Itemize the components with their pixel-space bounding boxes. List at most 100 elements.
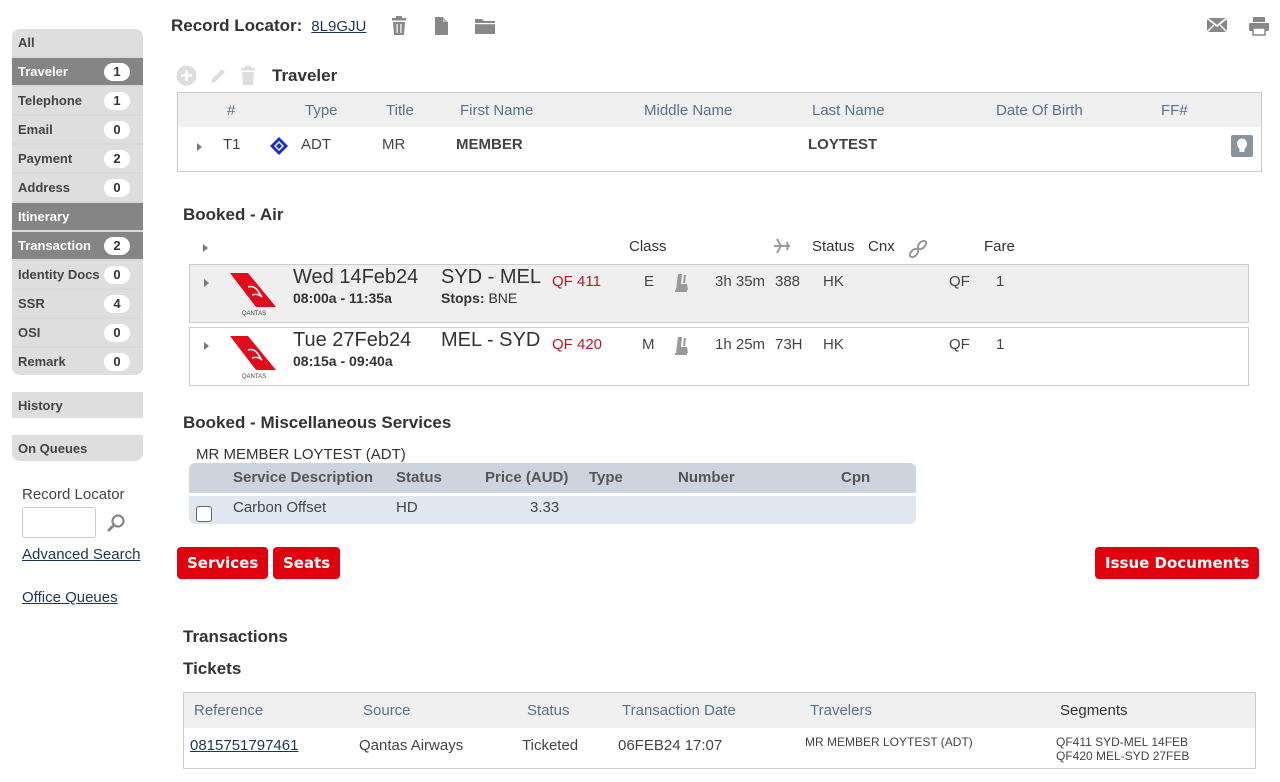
service-description: Carbon Offset bbox=[233, 499, 327, 516]
segment-class: E bbox=[644, 273, 655, 290]
count-badge: 4 bbox=[104, 294, 130, 313]
traveler-table-header: # Type Title First Name Middle Name Last… bbox=[178, 93, 1261, 127]
segment-duration: 1h 25m bbox=[715, 336, 766, 353]
ticket-segment: QF411 SYD-MEL 14FEB bbox=[1056, 735, 1189, 749]
sidebar-item-all[interactable]: All bbox=[12, 29, 143, 56]
segment-route: SYD - MEL bbox=[441, 266, 542, 288]
header-actions bbox=[1206, 16, 1270, 36]
print-icon[interactable] bbox=[1248, 16, 1270, 36]
misc-passenger: MR MEMBER LOYTEST (ADT) bbox=[196, 446, 406, 463]
sidebar-item-on-queues[interactable]: On Queues bbox=[12, 435, 143, 461]
sidebar-item-itinerary[interactable]: Itinerary bbox=[12, 203, 143, 230]
record-locator-input[interactable] bbox=[22, 507, 96, 538]
segment-equipment: 73H bbox=[775, 336, 803, 353]
expand-all-arrow-icon[interactable] bbox=[203, 244, 208, 252]
segment-equipment: 388 bbox=[775, 273, 801, 290]
sidebar-item-remark[interactable]: Remark 0 bbox=[12, 348, 143, 375]
document-icon[interactable] bbox=[432, 16, 450, 36]
delete-icon[interactable] bbox=[239, 65, 257, 86]
count-badge: 0 bbox=[104, 352, 130, 371]
sidebar-item-label: Telephone bbox=[18, 93, 83, 108]
edit-icon[interactable] bbox=[208, 66, 228, 86]
sidebar-item-history[interactable]: History bbox=[12, 392, 143, 418]
sidebar-item-label: SSR bbox=[18, 296, 45, 311]
segment-status: HK bbox=[823, 273, 844, 290]
sidebar-item-label: Traveler bbox=[18, 64, 68, 79]
traveler-last-name: LOYTEST bbox=[808, 136, 878, 153]
sidebar-item-transaction[interactable]: Transaction 2 bbox=[12, 232, 143, 259]
flight-number[interactable]: QF 411 bbox=[552, 273, 601, 290]
expand-arrow-icon[interactable] bbox=[197, 143, 202, 151]
flight-number[interactable]: QF 420 bbox=[552, 336, 602, 353]
sidebar-item-osi[interactable]: OSI 0 bbox=[12, 319, 143, 346]
sidebar-item-label: Identity Docs bbox=[18, 267, 100, 282]
air-table-header: Class Status Cnx Fare bbox=[190, 236, 1250, 259]
service-checkbox[interactable] bbox=[196, 506, 212, 522]
misc-services-title: Booked - Miscellaneous Services bbox=[183, 413, 452, 432]
record-locator-title: Record Locator: bbox=[171, 16, 303, 35]
column-header: Date Of Birth bbox=[996, 102, 1083, 119]
seat-icon[interactable] bbox=[670, 272, 692, 294]
ticket-date: 06FEB24 17:07 bbox=[618, 737, 723, 754]
sidebar-item-traveler[interactable]: Traveler 1 bbox=[12, 58, 143, 85]
column-header: Transaction Date bbox=[622, 702, 736, 719]
add-icon[interactable] bbox=[176, 65, 197, 86]
column-header: # bbox=[227, 102, 236, 119]
column-header: Cpn bbox=[841, 469, 871, 486]
folder-icon[interactable] bbox=[474, 16, 496, 36]
tickets-table: Reference Source Status Transaction Date… bbox=[183, 692, 1256, 769]
advanced-search-link[interactable]: Advanced Search bbox=[22, 546, 140, 563]
profile-icon[interactable] bbox=[1231, 135, 1253, 157]
segment-status: HK bbox=[823, 336, 844, 353]
column-header: Travelers bbox=[810, 702, 872, 719]
sidebar-item-identity-docs[interactable]: Identity Docs 0 bbox=[12, 261, 143, 288]
stops-value: BNE bbox=[488, 290, 518, 306]
service-price: 3.33 bbox=[530, 499, 560, 516]
tickets-title: Tickets bbox=[183, 659, 242, 678]
expand-arrow-icon[interactable] bbox=[204, 342, 209, 350]
segment-date: Wed 14Feb24 bbox=[293, 266, 419, 288]
issue-documents-button[interactable]: Issue Documents bbox=[1095, 547, 1260, 579]
column-header: Last Name bbox=[812, 102, 885, 119]
trash-icon[interactable] bbox=[390, 16, 408, 36]
traveler-toolbar: Traveler bbox=[176, 65, 337, 86]
services-button[interactable]: Services bbox=[177, 547, 269, 579]
column-header: Reference bbox=[194, 702, 264, 719]
column-header: Number bbox=[678, 469, 735, 486]
flight-segment[interactable]: QANTAS Wed 14Feb24 08:00a - 11:35a SYD -… bbox=[189, 264, 1249, 323]
traveler-first-name: MEMBER bbox=[456, 136, 523, 153]
mail-icon[interactable] bbox=[1206, 16, 1228, 34]
sidebar-item-payment[interactable]: Payment 2 bbox=[12, 145, 143, 172]
column-header: FF# bbox=[1161, 102, 1188, 119]
column-header-cnx: Cnx bbox=[868, 238, 895, 255]
qantas-logo: QANTAS bbox=[230, 273, 276, 317]
table-row[interactable]: T1 ADT MR MEMBER LOYTEST bbox=[178, 127, 1261, 171]
segment-duration: 3h 35m bbox=[715, 273, 766, 290]
ticket-travelers: MR MEMBER LOYTEST (ADT) bbox=[805, 735, 973, 749]
flight-segment[interactable]: QANTAS Tue 27Feb24 08:15a - 09:40a MEL -… bbox=[189, 327, 1249, 386]
sidebar-item-email[interactable]: Email 0 bbox=[12, 116, 143, 143]
sidebar-item-label: Itinerary bbox=[18, 209, 70, 224]
column-header: First Name bbox=[460, 102, 534, 119]
count-badge: 2 bbox=[104, 236, 130, 255]
sidebar-item-address[interactable]: Address 0 bbox=[12, 174, 143, 201]
search-icon[interactable] bbox=[106, 513, 126, 533]
airline-name: QANTAS bbox=[242, 374, 266, 380]
sidebar-item-ssr[interactable]: SSR 4 bbox=[12, 290, 143, 317]
ticket-reference-link[interactable]: 0815751797461 bbox=[190, 737, 298, 754]
record-header: Record Locator: 8L9GJU bbox=[171, 16, 496, 36]
segment-route: MEL - SYD bbox=[441, 329, 541, 351]
count-badge: 0 bbox=[104, 265, 130, 284]
link-icon bbox=[908, 239, 928, 259]
count-badge: 0 bbox=[104, 178, 130, 197]
expand-arrow-icon[interactable] bbox=[204, 279, 209, 287]
sidebar-item-telephone[interactable]: Telephone 1 bbox=[12, 87, 143, 114]
segment-stops: Stops: BNE bbox=[441, 290, 517, 306]
count-badge: 2 bbox=[104, 149, 130, 168]
record-locator-link[interactable]: 8L9GJU bbox=[311, 18, 366, 35]
seat-icon[interactable] bbox=[670, 335, 692, 357]
office-queues-link[interactable]: Office Queues bbox=[22, 589, 140, 606]
sidebar-item-label: Transaction bbox=[18, 238, 91, 253]
seats-button[interactable]: Seats bbox=[273, 547, 341, 579]
tickets-table-header: Reference Source Status Transaction Date… bbox=[184, 693, 1255, 728]
